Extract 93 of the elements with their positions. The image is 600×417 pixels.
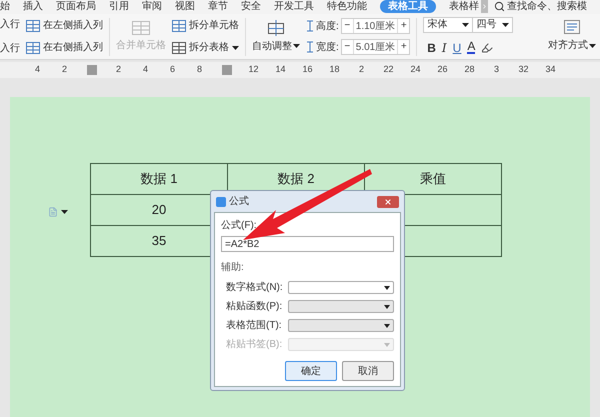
caret-icon xyxy=(502,22,510,26)
search-field[interactable]: 查找命令、搜索模 xyxy=(507,0,589,14)
insert-column-button[interactable]: 在右侧插入列 xyxy=(26,40,103,55)
dropdown-icon xyxy=(384,286,390,290)
ruler-number: 14 xyxy=(274,63,286,76)
font-select[interactable]: 宋体 xyxy=(423,16,474,32)
insert-row-button[interactable]: 入行 xyxy=(0,41,20,56)
ruler-number: 24 xyxy=(409,63,422,76)
menu-tab[interactable]: 特色功能 xyxy=(327,0,367,12)
table-icon xyxy=(26,42,40,54)
menu-tab[interactable]: 安全 xyxy=(241,0,261,12)
highlighter-icon[interactable] xyxy=(481,42,494,54)
app-logo-icon xyxy=(216,196,226,206)
dimension-label: 宽度: xyxy=(316,40,339,54)
autofit-button[interactable]: 自动调整 xyxy=(252,20,300,54)
caret-icon xyxy=(232,46,239,50)
menu-tab[interactable]: 视图 xyxy=(175,0,195,12)
dialog-button[interactable]: 确定 xyxy=(285,361,337,381)
menu-tab[interactable]: 引用 xyxy=(109,0,129,12)
ruler-number: 28 xyxy=(463,63,476,76)
dropdown-field[interactable] xyxy=(288,300,394,313)
table-icon xyxy=(26,20,40,32)
increment-button[interactable]: + xyxy=(398,42,410,52)
ruler-number: 6 xyxy=(168,63,176,76)
font-size-select[interactable]: 四号 xyxy=(473,16,514,32)
menu-tab[interactable]: 开发工具 xyxy=(274,0,314,12)
autofit-icon xyxy=(267,20,285,36)
ruler-number: 4 xyxy=(34,63,41,76)
align-icon xyxy=(564,20,580,34)
table-icon xyxy=(172,42,186,54)
ruler-number: 34 xyxy=(544,63,556,76)
menu-tab[interactable]: 审阅 xyxy=(142,0,162,12)
field-label: 粘贴函数(P): xyxy=(226,300,284,314)
dropdown-icon xyxy=(384,304,390,308)
menu-tab[interactable]: 章节 xyxy=(208,0,228,12)
split-table-button[interactable]: 拆分表格 xyxy=(172,40,239,55)
resize-icon xyxy=(306,41,314,53)
caret-icon xyxy=(61,210,68,214)
ruler-number: 12 xyxy=(247,63,260,76)
insert-row-button[interactable]: 入行 xyxy=(0,17,20,32)
ruler-number: 18 xyxy=(328,63,340,76)
format-button[interactable]: B xyxy=(427,38,436,56)
caret-icon xyxy=(462,22,470,26)
merge-cells-icon xyxy=(132,20,150,34)
chevron-right-icon[interactable] xyxy=(481,2,488,10)
document-icon[interactable] xyxy=(48,207,58,217)
ruler-number: 8 xyxy=(196,63,203,76)
table-icon xyxy=(172,20,186,32)
dimension-value: 5.01厘米 xyxy=(354,40,396,54)
table-cell: 数据 1 xyxy=(90,164,228,194)
increment-button[interactable]: + xyxy=(398,21,410,31)
decrement-button[interactable]: − xyxy=(342,42,353,52)
dimension-label: 高度: xyxy=(316,20,339,34)
ruler-number: 2 xyxy=(358,63,365,76)
dimension-spinner[interactable]: − 1.10厘米 + xyxy=(340,18,410,34)
resize-icon xyxy=(306,20,314,32)
dropdown-icon xyxy=(384,324,390,328)
dropdown-icon xyxy=(384,342,390,346)
menu-tab[interactable]: 表格样 xyxy=(449,0,479,12)
close-button[interactable] xyxy=(377,196,399,208)
insert-column-button[interactable]: 在左侧插入列 xyxy=(26,18,103,33)
menu-tab[interactable]: 始 xyxy=(0,0,10,12)
ruler-number: 22 xyxy=(382,63,394,76)
caret-icon xyxy=(589,44,596,48)
field-label: 粘贴书签(B): xyxy=(226,338,284,352)
dialog-title: 公式 xyxy=(229,194,249,209)
align-button[interactable]: 对齐方式 xyxy=(548,20,596,53)
format-button[interactable]: U xyxy=(452,38,462,56)
dialog-button[interactable]: 取消 xyxy=(342,361,394,381)
ruler-number: 4 xyxy=(142,63,149,76)
menu-tab[interactable]: 插入 xyxy=(23,0,43,12)
ruler-number: 32 xyxy=(517,63,530,76)
format-button[interactable]: A xyxy=(467,41,476,54)
ruler-number: 26 xyxy=(436,63,448,76)
helper-label: 辅助: xyxy=(221,260,245,275)
ruler-number: 16 xyxy=(301,63,314,76)
ruler-number: 2 xyxy=(60,63,68,76)
caret-icon xyxy=(293,44,300,48)
field-label: 数字格式(N): xyxy=(226,280,284,295)
dimension-value: 1.10厘米 xyxy=(354,20,396,34)
dropdown-field[interactable] xyxy=(288,319,394,332)
ruler-number: 3 xyxy=(492,63,500,76)
dimension-spinner[interactable]: − 5.01厘米 + xyxy=(340,39,410,55)
split-cells-button[interactable]: 拆分单元格 xyxy=(172,18,239,33)
menu-tab[interactable]: 页面布局 xyxy=(56,0,96,12)
field-label: 表格范围(T): xyxy=(226,318,283,333)
ruler-number: 2 xyxy=(114,63,122,76)
close-icon xyxy=(384,198,392,206)
formula-field[interactable]: =A2*B2 xyxy=(221,236,394,252)
search-icon xyxy=(494,0,505,12)
format-button[interactable]: I xyxy=(442,38,447,56)
decrement-button[interactable]: − xyxy=(342,21,353,31)
dropdown-field[interactable] xyxy=(288,281,394,294)
